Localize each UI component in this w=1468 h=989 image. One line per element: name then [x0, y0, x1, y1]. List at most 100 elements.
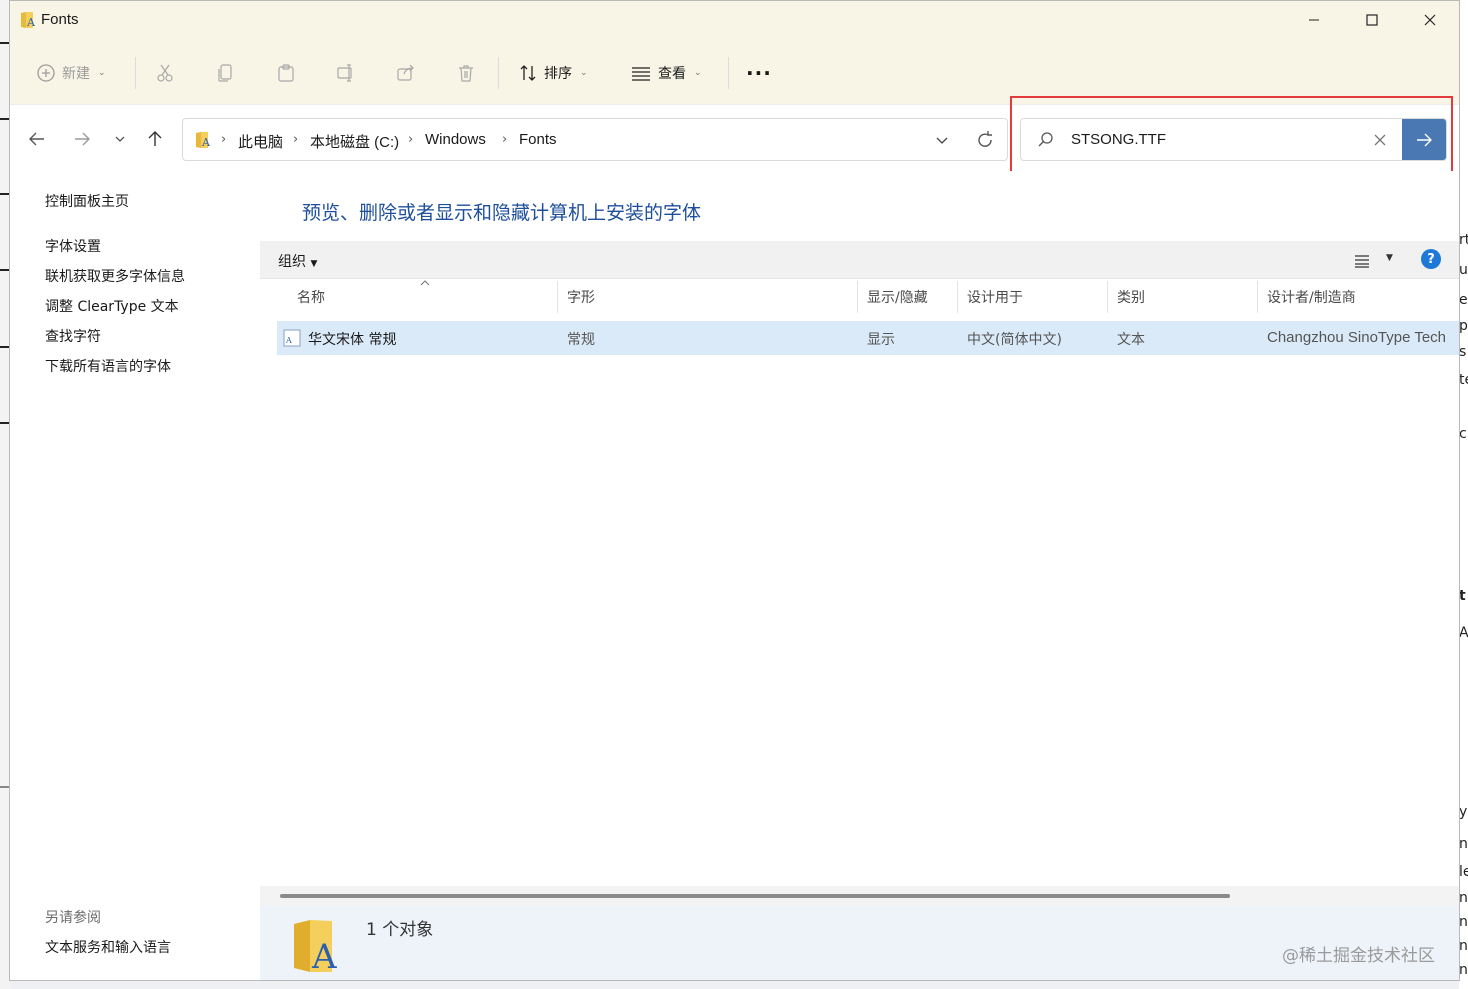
svg-text:A: A [311, 937, 337, 974]
column-header-name[interactable]: 名称 [297, 287, 325, 307]
delete-button[interactable] [456, 55, 476, 91]
breadcrumb-separator: › [408, 132, 414, 147]
font-style-cell: 常规 [567, 332, 595, 348]
details-view-icon[interactable] [1354, 254, 1370, 268]
breadcrumb-this-pc[interactable]: 此电脑 [238, 131, 283, 152]
edge-text: c [1459, 426, 1467, 442]
column-header-visibility[interactable]: 显示/隐藏 [867, 287, 928, 307]
sort-icon [520, 65, 536, 81]
edge-text: n [1459, 836, 1468, 852]
sidebar-item-font-settings[interactable]: 字体设置 [45, 236, 101, 256]
copy-icon [218, 64, 232, 82]
sidebar-item-cleartype[interactable]: 调整 ClearType 文本 [45, 296, 179, 316]
new-label: 新建 [62, 66, 90, 82]
paste-button[interactable] [276, 55, 296, 91]
font-visibility-cell: 显示 [867, 332, 895, 348]
font-designed-for-cell: 中文(简体中文) [967, 332, 1062, 348]
table-row[interactable]: A 华文宋体 常规 常规 显示 中文(简体中文) 文本 Changzhou Si… [277, 321, 1459, 355]
sidebar-item-get-more-info[interactable]: 联机获取更多字体信息 [45, 266, 185, 286]
column-header-style[interactable]: 字形 [567, 287, 595, 307]
edge-text: e [1459, 292, 1468, 308]
arrow-left-icon [29, 132, 44, 146]
address-bar[interactable]: A › 此电脑 › 本地磁盘 (C:) › Windows › Fonts [182, 118, 1008, 161]
edge-text: t [1459, 588, 1466, 604]
item-count: 1 个对象 [366, 920, 434, 940]
control-panel-sidebar: 控制面板主页 字体设置 联机获取更多字体信息 调整 ClearType 文本 查… [10, 171, 260, 980]
add-circle-icon [37, 64, 55, 82]
search-input[interactable]: STSONG.TTF [1020, 118, 1447, 161]
edge-text: ni [1459, 914, 1468, 930]
help-icon[interactable]: ? [1421, 249, 1441, 269]
column-header-designed-for[interactable]: 设计用于 [967, 287, 1023, 307]
recent-locations-button[interactable] [105, 124, 135, 154]
edge-text: n [1459, 890, 1468, 906]
arrow-right-icon [1417, 133, 1432, 146]
title-bar: A Fonts [10, 1, 1459, 41]
caret-down-icon: ▼ [310, 259, 318, 269]
caret-down-icon[interactable]: ▼ [1386, 253, 1393, 263]
search-go-button[interactable] [1402, 119, 1446, 160]
chevron-down-icon: ⌄ [98, 68, 106, 78]
search-query: STSONG.TTF [1071, 131, 1166, 148]
column-divider[interactable] [857, 281, 858, 313]
navigation-row: A › 此电脑 › 本地磁盘 (C:) › Windows › Fonts ST… [10, 96, 1459, 182]
chevron-down-icon: ⌄ [580, 68, 588, 78]
arrow-right-icon [75, 132, 90, 146]
column-header-category[interactable]: 类别 [1117, 287, 1145, 307]
refresh-icon[interactable] [975, 130, 995, 150]
organize-label: 组织 [278, 254, 306, 270]
maximize-button[interactable] [1343, 1, 1401, 39]
see-also-title: 另请参阅 [45, 910, 101, 926]
breadcrumb-local-disk[interactable]: 本地磁盘 (C:) [310, 131, 399, 152]
close-button[interactable] [1401, 1, 1459, 39]
forward-button[interactable] [67, 124, 97, 154]
breadcrumb-fonts[interactable]: Fonts [519, 131, 557, 148]
sidebar-item-text-services[interactable]: 文本服务和输入语言 [45, 937, 171, 957]
breadcrumb-windows[interactable]: Windows [425, 131, 486, 148]
column-divider[interactable] [1257, 281, 1258, 313]
column-divider[interactable] [557, 281, 558, 313]
back-button[interactable] [22, 124, 52, 154]
background-window-edge: rt u e pe s te c t A y n le n ni n na [1459, 0, 1468, 989]
up-button[interactable] [140, 124, 170, 154]
trash-icon [459, 65, 473, 82]
view-button[interactable]: 查看 ⌄ [630, 55, 702, 91]
sidebar-item-download-fonts[interactable]: 下载所有语言的字体 [45, 356, 171, 376]
svg-text:A: A [285, 336, 292, 345]
column-header-designer[interactable]: 设计者/制造商 [1267, 287, 1356, 307]
copy-button[interactable] [216, 55, 236, 91]
more-icon: ··· [746, 61, 772, 85]
chevron-down-icon: ⌄ [694, 68, 702, 78]
edge-text: y [1459, 804, 1468, 820]
search-icon [1038, 132, 1053, 147]
screen: rt u e pe s te c t A y n le n ni n na A … [0, 0, 1468, 989]
column-divider[interactable] [1107, 281, 1108, 313]
sidebar-home-link[interactable]: 控制面板主页 [45, 191, 129, 211]
horizontal-scrollbar[interactable] [260, 886, 1459, 906]
svg-text:A: A [201, 136, 211, 149]
scrollbar-thumb[interactable] [280, 894, 1230, 898]
sort-button[interactable]: 排序 ⌄ [518, 55, 588, 91]
share-button[interactable] [396, 55, 416, 91]
minimize-button[interactable] [1285, 1, 1343, 39]
edge-text: te [1459, 372, 1468, 388]
new-button[interactable]: 新建 ⌄ [36, 55, 106, 91]
clear-icon[interactable] [1373, 133, 1387, 147]
sidebar-item-find-character[interactable]: 查找字符 [45, 326, 101, 346]
font-folder-icon: A [196, 132, 211, 149]
cut-button[interactable] [155, 55, 175, 91]
clipboard-icon [278, 64, 294, 82]
more-options-button[interactable]: ··· [746, 55, 772, 91]
arrow-up-icon [148, 131, 162, 146]
chevron-down-icon[interactable] [935, 133, 949, 147]
font-folder-icon: A [21, 12, 36, 29]
column-divider[interactable] [957, 281, 958, 313]
organize-button[interactable]: 组织 ▼ [278, 251, 317, 271]
organize-toolbar: 组织 ▼ ▼ ? [260, 241, 1459, 279]
maximize-icon [1366, 14, 1378, 26]
rename-icon [337, 64, 352, 82]
edge-text: n [1459, 938, 1468, 954]
rename-button[interactable] [336, 55, 356, 91]
page-title: 预览、删除或者显示和隐藏计算机上安装的字体 [302, 202, 702, 224]
close-icon [1424, 14, 1436, 26]
